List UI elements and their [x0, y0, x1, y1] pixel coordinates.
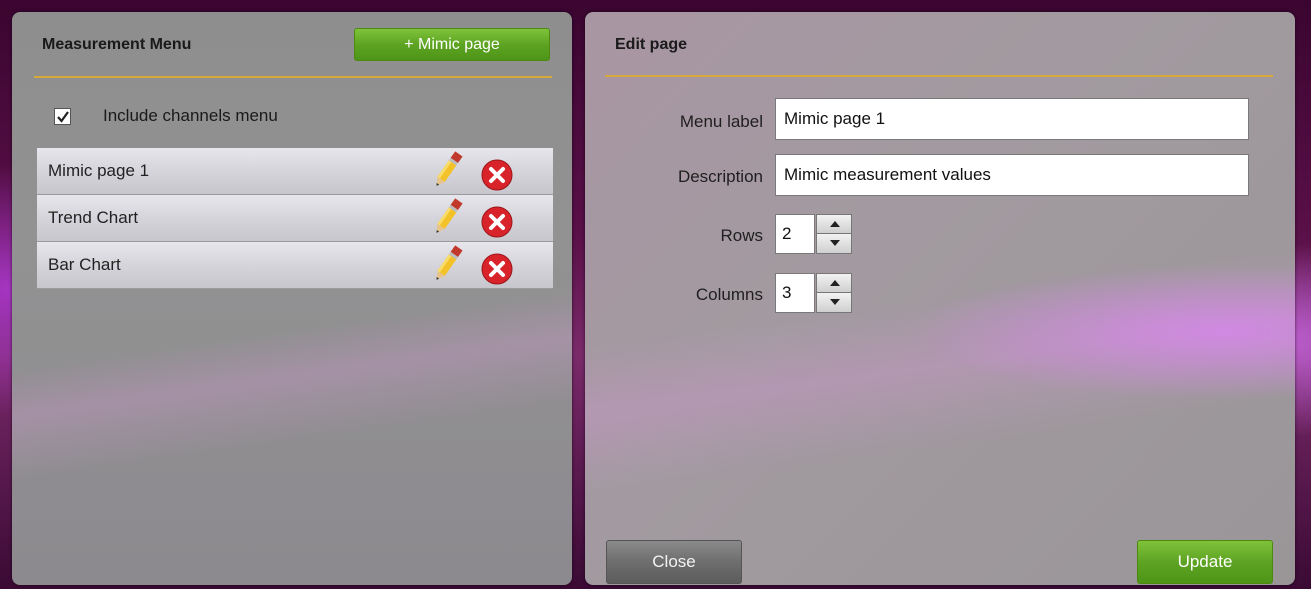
menu-item-label: Bar Chart — [48, 255, 121, 274]
menu-item-label: Trend Chart — [48, 208, 139, 227]
menu-item-label: Mimic page 1 — [48, 161, 150, 180]
rows-increment-button[interactable] — [816, 214, 852, 234]
panel-title: Edit page — [615, 36, 688, 53]
description-label: Description — [677, 167, 763, 186]
include-channels-checkbox[interactable] — [54, 107, 71, 125]
add-mimic-page-button[interactable]: + Mimic page — [354, 28, 550, 61]
arrow-up-icon — [830, 280, 840, 286]
list-item[interactable]: Trend Chart — [37, 195, 553, 242]
pencil-icon[interactable] — [427, 148, 467, 192]
columns-label: Columns — [695, 285, 763, 304]
panel-title: Measurement Menu — [42, 36, 192, 53]
divider — [605, 75, 1273, 77]
close-button[interactable]: Close — [606, 540, 742, 584]
delete-icon[interactable] — [480, 252, 514, 286]
rows-stepper — [816, 214, 852, 254]
columns-increment-button[interactable] — [816, 273, 852, 293]
columns-stepper — [816, 273, 852, 313]
delete-icon[interactable] — [480, 158, 514, 192]
menu-items-list: Mimic page 1 Trend Chart Bar Chart — [37, 148, 553, 289]
menu-label-label: Menu label — [679, 112, 763, 131]
pencil-icon[interactable] — [427, 195, 467, 239]
edit-page-panel: Edit page Menu label Description Rows 2 … — [585, 12, 1295, 585]
rows-decrement-button[interactable] — [816, 234, 852, 254]
arrow-up-icon — [830, 221, 840, 227]
delete-icon[interactable] — [480, 205, 514, 239]
columns-decrement-button[interactable] — [816, 293, 852, 313]
divider — [34, 76, 552, 78]
list-item[interactable]: Mimic page 1 — [37, 148, 553, 195]
list-item[interactable]: Bar Chart — [37, 242, 553, 289]
columns-input[interactable]: 3 — [775, 273, 815, 313]
include-channels-label: Include channels menu — [103, 106, 278, 125]
arrow-down-icon — [830, 299, 840, 305]
arrow-down-icon — [830, 240, 840, 246]
menu-label-input[interactable] — [775, 98, 1249, 140]
update-button[interactable]: Update — [1137, 540, 1273, 584]
include-channels-row[interactable]: Include channels menu — [54, 104, 278, 128]
rows-input[interactable]: 2 — [775, 214, 815, 254]
pencil-icon[interactable] — [427, 242, 467, 286]
checkmark-icon — [57, 110, 69, 123]
measurement-menu-panel: Measurement Menu + Mimic page Include ch… — [12, 12, 572, 585]
description-input[interactable] — [775, 154, 1249, 196]
rows-label: Rows — [720, 226, 763, 245]
